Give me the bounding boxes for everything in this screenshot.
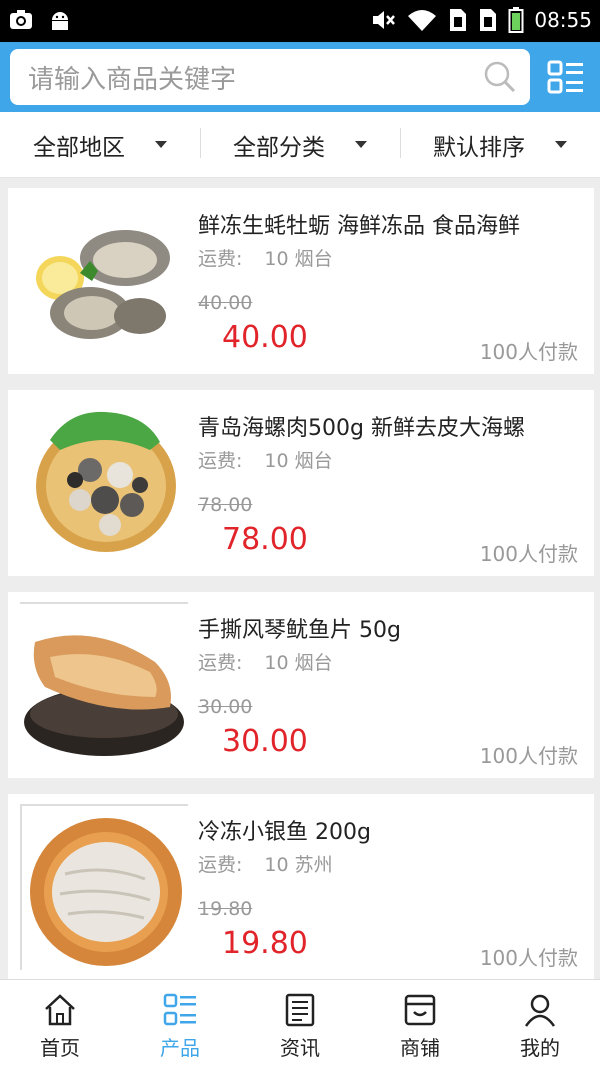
status-bar: 08:55 <box>0 0 600 42</box>
original-price: 30.00 <box>198 696 253 718</box>
filter-bar: 全部地区 全部分类 默认排序 <box>0 112 600 178</box>
clock: 08:55 <box>534 8 592 32</box>
filter-region[interactable]: 全部地区 <box>0 128 200 162</box>
news-icon <box>285 993 315 1027</box>
product-card[interactable]: 冷冻小银鱼 200g 运费: 10 苏州 19.80 19.80 100人付款 <box>8 794 594 980</box>
product-card[interactable]: 青岛海螺肉500g 新鲜去皮大海螺 运费: 10 烟台 78.00 78.00 1… <box>8 390 594 576</box>
search-icon[interactable] <box>470 49 530 105</box>
original-price: 78.00 <box>198 494 253 516</box>
filter-label: 默认排序 <box>433 134 525 161</box>
product-image-whitebait <box>20 804 188 970</box>
filter-sort[interactable]: 默认排序 <box>400 127 600 162</box>
product-title: 青岛海螺肉500g 新鲜去皮大海螺 <box>198 416 525 441</box>
shop-icon <box>404 994 436 1026</box>
original-price: 40.00 <box>198 292 253 314</box>
sales-count: 100人付款 <box>479 744 578 768</box>
filter-label: 全部地区 <box>33 134 125 161</box>
tab-label: 首页 <box>40 1036 80 1060</box>
dropdown-arrow-icon <box>555 141 567 148</box>
tab-label: 资讯 <box>280 1036 320 1060</box>
shipping-info: 运费: 10 烟台 <box>198 248 333 270</box>
filter-category[interactable]: 全部分类 <box>200 127 400 162</box>
tab-label: 商铺 <box>400 1036 440 1060</box>
dropdown-arrow-icon <box>355 141 367 148</box>
category-menu-icon[interactable] <box>546 58 586 98</box>
dropdown-arrow-icon <box>155 141 167 148</box>
product-card[interactable]: 手撕风琴鱿鱼片 50g 运费: 10 烟台 30.00 30.00 100人付款 <box>8 592 594 778</box>
sales-count: 100人付款 <box>479 340 578 364</box>
shipping-info: 运费: 10 苏州 <box>198 854 333 876</box>
tab-news[interactable]: 资讯 <box>240 980 360 1067</box>
product-list-icon <box>163 993 196 1026</box>
tab-label: 我的 <box>520 1036 560 1060</box>
sale-price: 30.00 <box>222 724 308 759</box>
android-icon <box>52 12 68 30</box>
sim-icon <box>450 9 467 31</box>
app-header: 请输入商品关键字 <box>0 42 600 112</box>
product-image-conch-meat <box>20 400 188 566</box>
shipping-info: 运费: 10 烟台 <box>198 652 333 674</box>
bottom-tab-bar: 首页 产品 资讯 商铺 我的 <box>0 979 600 1067</box>
product-title: 鲜冻生蚝牡蛎 海鲜冻品 食品海鲜 <box>198 214 520 239</box>
sale-price: 19.80 <box>222 926 308 961</box>
sales-count: 100人付款 <box>479 946 578 970</box>
sale-price: 78.00 <box>222 522 308 557</box>
product-card[interactable]: 鲜冻生蚝牡蛎 海鲜冻品 食品海鲜 运费: 10 烟台 40.00 40.00 10… <box>8 188 594 374</box>
search-box[interactable]: 请输入商品关键字 <box>10 49 530 105</box>
search-input[interactable]: 请输入商品关键字 <box>28 59 470 96</box>
sale-price: 40.00 <box>222 320 308 355</box>
sales-count: 100人付款 <box>479 542 578 566</box>
product-image-oysters <box>20 198 188 364</box>
original-price: 19.80 <box>198 898 253 920</box>
product-title: 冷冻小银鱼 200g <box>198 820 371 845</box>
product-list: 鲜冻生蚝牡蛎 海鲜冻品 食品海鲜 运费: 10 烟台 40.00 40.00 10… <box>8 188 594 996</box>
filter-label: 全部分类 <box>233 134 325 161</box>
tab-home[interactable]: 首页 <box>0 980 120 1067</box>
shipping-info: 运费: 10 烟台 <box>198 450 333 472</box>
user-icon <box>524 994 556 1027</box>
tab-products[interactable]: 产品 <box>120 980 240 1067</box>
product-image-squid-slice <box>20 602 188 768</box>
tab-shop[interactable]: 商铺 <box>360 980 480 1067</box>
tab-me[interactable]: 我的 <box>480 980 600 1067</box>
battery-icon <box>508 7 524 33</box>
wifi-icon <box>408 10 437 31</box>
product-title: 手撕风琴鱿鱼片 50g <box>198 618 401 643</box>
home-icon <box>45 994 75 1026</box>
mute-icon <box>373 11 396 29</box>
sim2-icon <box>480 9 497 31</box>
tab-label: 产品 <box>160 1036 200 1060</box>
camera-icon <box>10 10 32 29</box>
